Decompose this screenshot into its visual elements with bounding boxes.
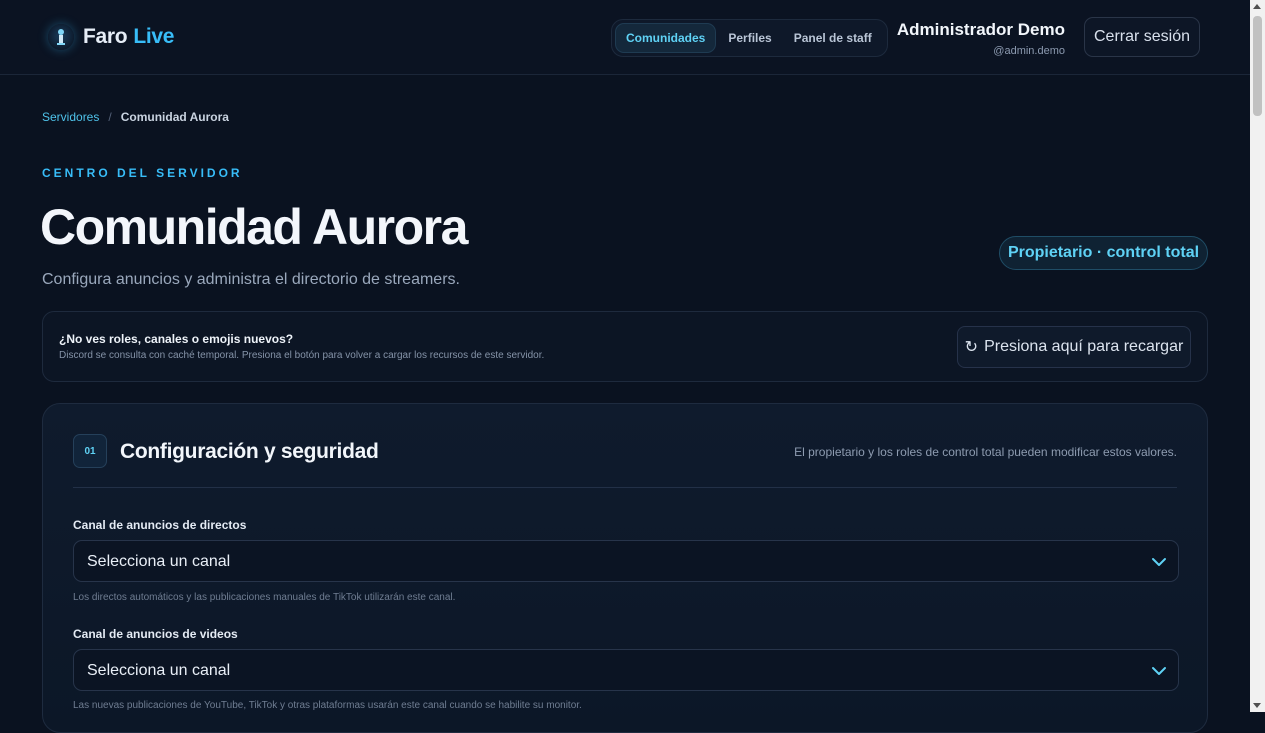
video-channel-select-value: Selecciona un canal (87, 662, 231, 679)
section-title: Configuración y seguridad (120, 440, 379, 463)
video-channel-select[interactable]: Selecciona un canal (73, 649, 1179, 691)
section-divider (73, 487, 1177, 488)
settings-card: 01 Configuración y seguridad El propieta… (42, 403, 1208, 733)
live-channel-select-value: Selecciona un canal (87, 553, 231, 570)
nav-tab-perfiles[interactable]: Perfiles (718, 23, 781, 53)
section-note: El propietario y los roles de control to… (794, 445, 1177, 459)
scroll-up-arrow-icon[interactable] (1253, 4, 1261, 9)
user-name: Administrador Demo (896, 20, 1065, 39)
scroll-down-arrow-icon[interactable] (1253, 703, 1261, 708)
breadcrumb-separator: / (108, 110, 112, 124)
page-title: Comunidad Aurora (40, 199, 468, 255)
scroll-thumb[interactable] (1253, 16, 1262, 116)
page-eyebrow: CENTRO DEL SERVIDOR (42, 166, 243, 180)
lighthouse-icon (48, 24, 74, 50)
role-badge: Propietario · control total (999, 236, 1208, 270)
live-channel-select[interactable]: Selecciona un canal (73, 540, 1179, 582)
live-channel-label: Canal de anuncios de directos (73, 518, 247, 532)
live-channel-help: Los directos automáticos y las publicaci… (73, 592, 456, 603)
reload-button[interactable]: ↻ Presiona aquí para recargar (957, 326, 1191, 368)
nav-tab-comunidades[interactable]: Comunidades (615, 23, 717, 53)
brand-name: Faro Live (83, 25, 174, 49)
chevron-down-icon (1151, 554, 1167, 575)
brand-name-accent: Live (133, 25, 175, 48)
page-subtitle: Configura anuncios y administra el direc… (42, 271, 460, 288)
user-info: Administrador Demo @admin.demo (897, 20, 1065, 57)
breadcrumb-link-servidores[interactable]: Servidores (42, 110, 99, 124)
user-handle: @admin.demo (993, 45, 1065, 57)
logout-button[interactable]: Cerrar sesión (1084, 17, 1200, 57)
section-number-badge: 01 (73, 434, 107, 468)
notice-description: Discord se consulta con caché temporal. … (59, 350, 545, 361)
video-channel-help: Las nuevas publicaciones de YouTube, Tik… (73, 700, 582, 711)
video-channel-label: Canal de anuncios de videos (73, 627, 238, 641)
brand-name-primary: Faro (83, 25, 128, 48)
reload-button-label: Presiona aquí para recargar (984, 338, 1184, 355)
brand-logo[interactable]: Faro Live (48, 24, 174, 50)
breadcrumb: Servidores / Comunidad Aurora (42, 110, 229, 124)
notice-title: ¿No ves roles, canales o emojis nuevos? (59, 332, 294, 346)
chevron-down-icon (1151, 663, 1167, 684)
breadcrumb-current: Comunidad Aurora (120, 110, 229, 124)
main-nav: Comunidades Perfiles Panel de staff (611, 19, 888, 57)
reload-icon: ↻ (964, 339, 979, 356)
nav-tab-panel-staff[interactable]: Panel de staff (784, 23, 882, 53)
cache-notice: ¿No ves roles, canales o emojis nuevos? … (42, 311, 1208, 382)
page-scrollbar[interactable] (1250, 0, 1265, 712)
top-navbar: Faro Live Comunidades Perfiles Panel de s… (0, 0, 1250, 75)
